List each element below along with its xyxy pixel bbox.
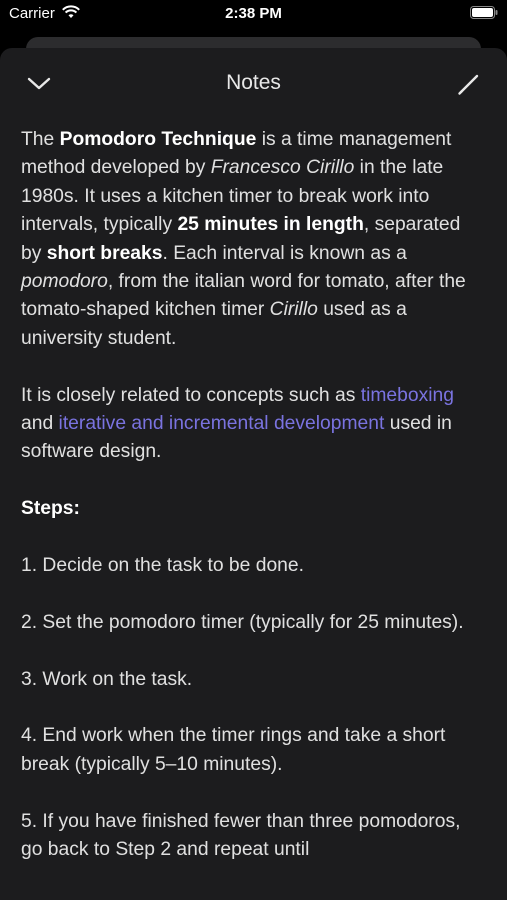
battery-icon <box>470 6 498 19</box>
notes-sheet: Notes The Pomodoro Technique is a time m… <box>0 48 507 900</box>
text-run: and <box>21 413 59 435</box>
step-item: 1. Decide on the task to be done. <box>21 555 304 577</box>
bold-text: short breaks <box>46 242 163 264</box>
steps-heading: Steps: <box>21 495 485 523</box>
italic-text: Cirillo <box>269 299 318 321</box>
nav-bar: Notes <box>0 48 507 120</box>
step-item: 2. Set the pomodoro timer (typically for… <box>21 611 464 633</box>
status-time: 2:38 PM <box>225 5 282 22</box>
iterative-development-link[interactable]: iterative and incremental development <box>59 413 385 434</box>
timeboxing-link[interactable]: timeboxing <box>361 385 454 406</box>
step-item: 5. If you have finished fewer than three… <box>21 810 461 861</box>
text-run: . Each interval is known as a <box>162 242 407 264</box>
pencil-icon[interactable] <box>457 72 481 96</box>
bold-text: 25 minutes in length <box>177 214 364 236</box>
step-item: 4. End work when the timer rings and tak… <box>21 725 446 775</box>
note-paragraph-2: It is closely related to concepts such a… <box>21 382 485 467</box>
bold-text: Pomodoro Technique <box>59 129 257 150</box>
note-body[interactable]: The Pomodoro Technique is a time managem… <box>21 126 485 893</box>
note-paragraph-1: The Pomodoro Technique is a time managem… <box>21 126 485 353</box>
text-run: The <box>21 129 60 150</box>
steps-heading-text: Steps: <box>21 498 80 520</box>
italic-text: Francesco Cirillo <box>210 157 355 179</box>
page-title: Notes <box>226 71 281 94</box>
step-item: 3. Work on the task. <box>21 668 193 690</box>
status-bar: Carrier 2:38 PM <box>0 0 507 28</box>
text-run: It is closely related to concepts such a… <box>21 384 361 406</box>
italic-text: pomodoro <box>21 271 108 293</box>
